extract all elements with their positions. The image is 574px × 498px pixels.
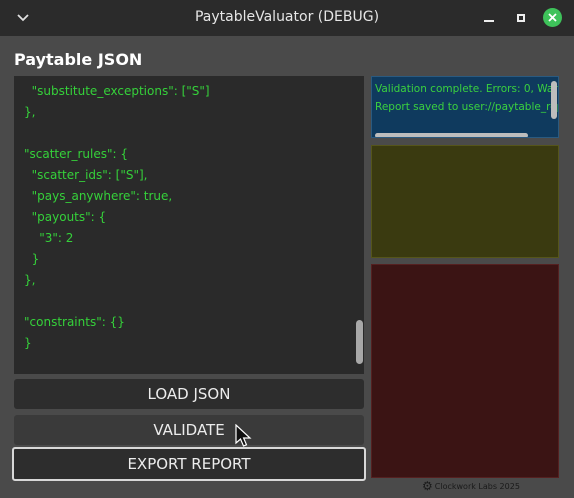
log-line: Validation complete. Errors: 0, Warnings… [375, 83, 558, 95]
maximize-icon [517, 14, 525, 22]
validation-log-panel[interactable]: Validation complete. Errors: 0, Warnings… [371, 76, 559, 138]
minimize-button[interactable] [480, 9, 498, 27]
json-editor-text[interactable]: "substitute_exceptions": ["S"] }, "scatt… [24, 81, 210, 354]
validate-button[interactable]: VALIDATE [14, 415, 364, 445]
footer-text: Clockwork Labs 2025 [434, 481, 520, 491]
errors-panel [371, 264, 559, 478]
section-title: Paytable JSON [14, 50, 143, 69]
export-report-button[interactable]: EXPORT REPORT [12, 447, 366, 481]
editor-scrollbar[interactable] [354, 76, 364, 374]
editor-scrollbar-thumb[interactable] [356, 320, 363, 364]
footer-credit: ⚙ Clockwork Labs 2025 [422, 479, 520, 493]
log-line: Report saved to user://paytable_report.j… [375, 101, 558, 113]
mouse-pointer-icon [235, 424, 252, 447]
close-icon [548, 13, 557, 22]
maximize-button[interactable] [512, 9, 530, 27]
json-editor[interactable]: "substitute_exceptions": ["S"] }, "scatt… [14, 76, 364, 374]
minimize-icon [484, 20, 494, 22]
log-vertical-scrollbar[interactable] [551, 81, 557, 119]
warnings-panel [371, 145, 559, 258]
close-button[interactable] [543, 8, 562, 27]
title-bar: PaytableValuator (DEBUG) [0, 0, 574, 36]
load-json-button[interactable]: LOAD JSON [14, 379, 364, 409]
app-window: PaytableValuator (DEBUG) Paytable JSON "… [0, 0, 574, 498]
gear-icon: ⚙ [422, 479, 433, 493]
log-horizontal-scrollbar[interactable] [375, 133, 528, 137]
